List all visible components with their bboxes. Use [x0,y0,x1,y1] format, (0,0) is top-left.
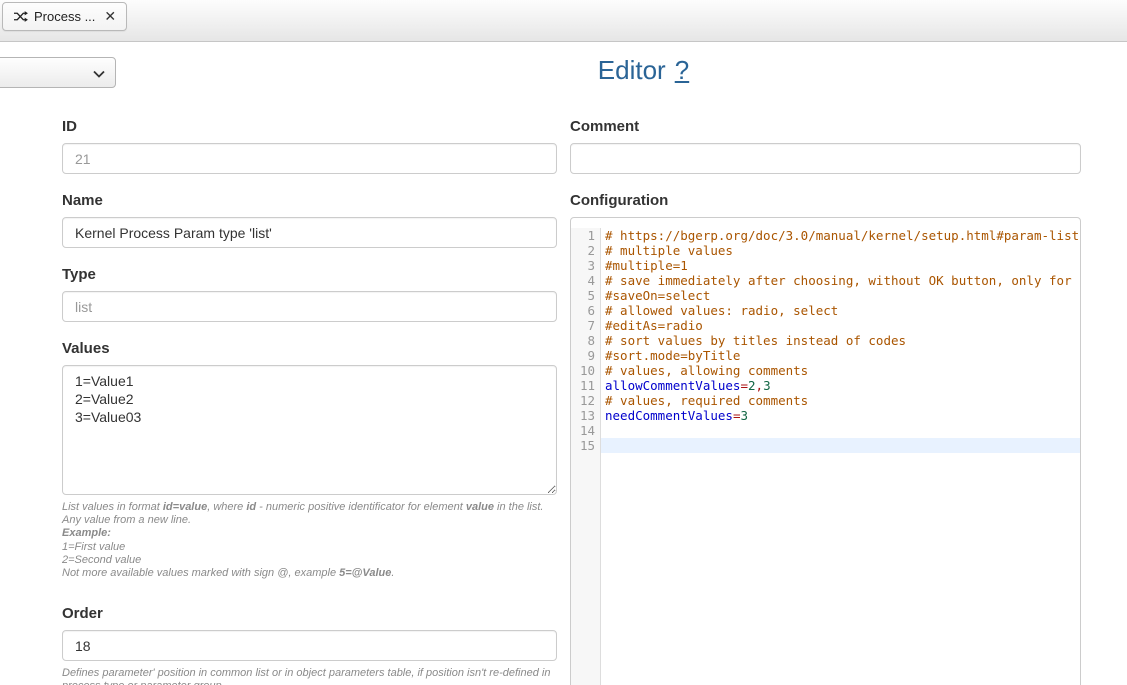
id-label: ID [62,118,557,135]
code-line: # multiple values [601,243,1080,258]
line-number: 9 [571,348,600,363]
code-line: # sort values by titles instead of codes [601,333,1080,348]
code-line: # values, required comments [601,393,1080,408]
code-area: # https://bgerp.org/doc/3.0/manual/kerne… [601,228,1080,685]
configuration-label: Configuration [570,192,1081,209]
code-line: # allowed values: radio, select [601,303,1080,318]
page-title-row: Editor? [0,55,1127,86]
type-field [62,291,557,322]
line-number: 12 [571,393,600,408]
values-textarea[interactable]: 1=Value1 2=Value2 3=Value03 [62,365,557,495]
tab-process[interactable]: Process ... ✕ [2,2,127,31]
page-title: Editor [598,55,666,85]
code-line: needCommentValues=3 [601,408,1080,423]
shuffle-icon [13,10,28,23]
order-help-text: Defines parameter' position in common li… [62,667,557,685]
line-number: 13 [571,408,600,423]
line-number: 5 [571,288,600,303]
close-icon[interactable]: ✕ [101,8,116,25]
line-number: 11 [571,378,600,393]
form-left-column: ID Name Type Values 1=Value1 2=Value2 3=… [62,118,557,685]
tab-label: Process ... [34,9,95,24]
code-line: #saveOn=select [601,288,1080,303]
line-number: 7 [571,318,600,333]
code-line: # values, allowing comments [601,363,1080,378]
configuration-editor[interactable]: 123456789101112131415 # https://bgerp.or… [570,217,1081,685]
values-label: Values [62,340,557,357]
line-number: 1 [571,228,600,243]
line-number: 4 [571,273,600,288]
line-number: 6 [571,303,600,318]
form-right-column: Comment Configuration 123456789101112131… [570,118,1081,685]
code-line [601,423,1080,438]
tab-bar: Process ... ✕ [0,0,1127,42]
name-field[interactable] [62,217,557,248]
id-field [62,143,557,174]
line-number: 2 [571,243,600,258]
comment-field[interactable] [570,143,1081,174]
line-number: 10 [571,363,600,378]
code-line: allowCommentValues=2,3 [601,378,1080,393]
line-number: 14 [571,423,600,438]
help-link[interactable]: ? [675,55,689,85]
line-number: 3 [571,258,600,273]
code-line: # https://bgerp.org/doc/3.0/manual/kerne… [601,228,1080,243]
code-line: #multiple=1 [601,258,1080,273]
line-number: 15 [571,438,600,453]
line-number: 8 [571,333,600,348]
code-line: # save immediately after choosing, witho… [601,273,1080,288]
order-field[interactable] [62,630,557,661]
code-line: #sort.mode=byTitle [601,348,1080,363]
code-line: #editAs=radio [601,318,1080,333]
line-number-gutter: 123456789101112131415 [571,228,601,685]
code-line [601,438,1080,453]
comment-label: Comment [570,118,1081,135]
order-label: Order [62,605,557,622]
name-label: Name [62,192,557,209]
values-help-text: List values in format id=value, where id… [62,501,557,580]
type-label: Type [62,266,557,283]
